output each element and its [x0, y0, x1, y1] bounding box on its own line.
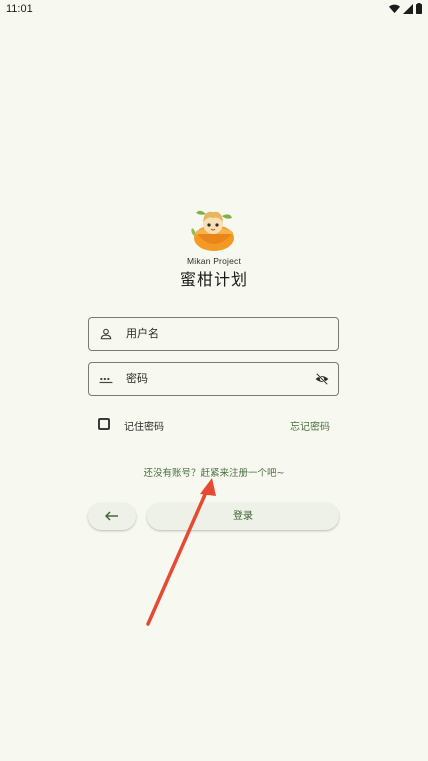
arrow-back-icon	[105, 511, 118, 521]
person-icon	[100, 328, 112, 340]
password-icon	[99, 377, 113, 384]
remember-checkbox[interactable]	[98, 418, 110, 430]
username-field[interactable]: 用户名	[88, 317, 339, 351]
remember-row: 记住密码 忘记密码	[98, 417, 334, 435]
register-link[interactable]: 还没有账号？赶紧来注册一个吧~	[0, 465, 428, 479]
password-placeholder: 密码	[126, 372, 148, 385]
app-title: 蜜柑计划	[179, 270, 248, 289]
back-button[interactable]	[88, 503, 136, 530]
signal-icon	[403, 3, 413, 14]
status-icons	[389, 3, 422, 14]
battery-icon	[416, 3, 422, 14]
status-time: 11:01	[6, 3, 33, 15]
mikan-logo	[188, 204, 240, 256]
remember-label: 记住密码	[124, 422, 164, 433]
username-placeholder: 用户名	[126, 327, 159, 340]
app-subtitle: Mikan Project	[186, 256, 242, 266]
mikan-logo-image	[191, 210, 234, 251]
wifi-icon	[389, 4, 400, 13]
status-bar: 11:01	[0, 0, 428, 18]
password-field[interactable]: 密码	[88, 362, 339, 396]
forgot-password-link[interactable]: 忘记密码	[290, 418, 330, 433]
login-button[interactable]: 登录	[147, 503, 339, 530]
visibility-off-icon[interactable]	[315, 372, 329, 386]
